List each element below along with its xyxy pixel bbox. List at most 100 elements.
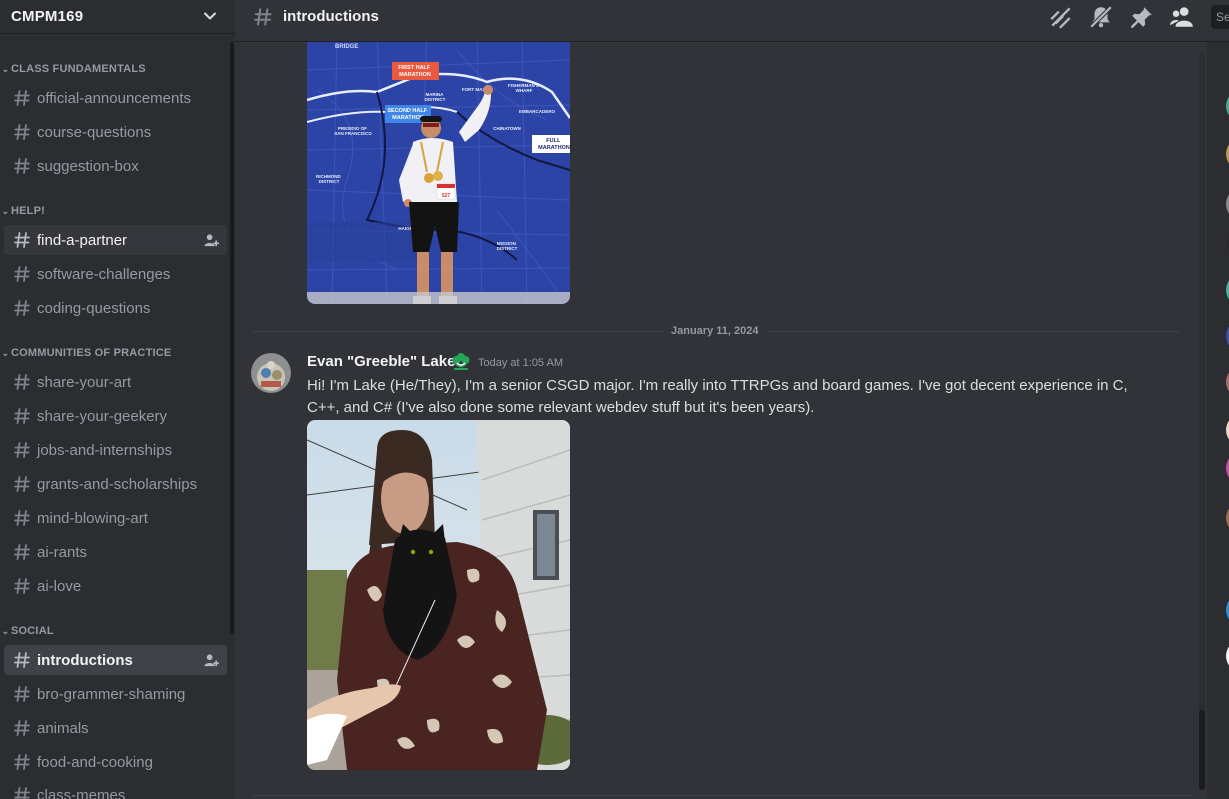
channel-course-questions[interactable]: course-questions [4,117,227,147]
sidebar-scrollbar[interactable] [230,42,234,634]
hash-icon [14,232,30,248]
message-scrollbar-track[interactable] [1199,52,1205,790]
hash-icon [14,510,30,526]
category-label: SOCIAL [11,625,54,637]
poster-second-half-line: SECOND HALF [387,108,427,114]
channel-find-a-partner[interactable]: find-a-partner [4,225,227,255]
role-badge-icon[interactable] [451,353,471,371]
pin-icon[interactable] [1129,4,1155,30]
message-list[interactable]: BRIDGE FIRST HALF MARATHON SECOND HALF M… [235,42,1207,799]
category-communities-of-practice[interactable]: ⌄ COMMUNITIES OF PRACTICE [0,345,172,361]
hash-icon [14,374,30,390]
channel-introductions[interactable]: introductions [4,645,227,675]
search-input[interactable]: Se [1211,5,1229,29]
channel-label: class-memes [37,786,126,799]
category-label: CLASS FUNDAMENTALS [11,63,146,75]
channel-topbar: introductions Se [235,0,1229,42]
channel-title: introductions [283,8,379,25]
channel-class-memes[interactable]: class-memes [4,780,227,799]
category-label: COMMUNITIES OF PRACTICE [11,347,172,359]
category-label: HELP! [11,205,45,217]
date-divider-label: January 11, 2024 [663,325,767,337]
poster-label-bridge: BRIDGE [335,44,358,50]
poster-label-mission: MISSION DISTRICT [497,241,518,251]
cat-photo-attachment[interactable] [307,420,570,770]
hash-icon [14,300,30,316]
channel-bro-grammer-shaming[interactable]: bro-grammer-shaming [4,679,227,709]
channel-label: ai-love [37,577,82,595]
channel-label: share-your-art [37,373,132,391]
message-author[interactable]: Evan "Greeble" Lake [307,353,455,370]
poster-presidio-line: SAN FRANCISCO [334,131,372,136]
poster-label-presidio: PRESIDIO OF SAN FRANCISCO [334,126,372,136]
poster-label-richmond: RICHMOND DISTRICT [316,174,342,184]
category-chevron-icon: ⌄ [1,625,10,636]
chevron-down-icon [204,12,216,20]
hash-icon [14,544,30,560]
category-class-fundamentals[interactable]: ⌄ CLASS FUNDAMENTALS [0,61,146,77]
category-social[interactable]: ⌄ SOCIAL [0,623,54,639]
channel-label: animals [37,719,89,737]
channel-mind-blowing-art[interactable]: mind-blowing-art [4,503,227,533]
category-help[interactable]: ⌄ HELP! [0,203,45,219]
channel-label: find-a-partner [37,231,128,249]
hash-icon [14,408,30,424]
hash-icon [14,442,30,458]
poster-label-marina: MARINA DISTRICT [425,92,446,102]
members-icon[interactable] [1169,4,1195,30]
marathon-photo-attachment[interactable]: BRIDGE FIRST HALF MARATHON SECOND HALF M… [307,42,570,304]
poster-second-half-line: MARATHON [392,115,424,121]
divider-line [252,795,1192,796]
poster-full-line: MARATHON [538,145,570,151]
member-list[interactable] [1207,42,1229,799]
race-bib-number: 527 [442,193,451,199]
channel-grants-and-scholarships[interactable]: grants-and-scholarships [4,469,227,499]
channel-label: official-announcements [37,89,191,107]
hash-icon [14,720,30,736]
channel-ai-rants[interactable]: ai-rants [4,537,227,567]
channel-official-announcements[interactable]: official-announcements [4,83,227,113]
channel-jobs-and-internships[interactable]: jobs-and-internships [4,435,227,465]
channel-label: bro-grammer-shaming [37,685,186,703]
channel-label: food-and-cooking [37,753,153,771]
channel-label: jobs-and-internships [37,441,173,459]
threads-icon[interactable] [1048,4,1074,30]
hash-icon [14,754,30,770]
channel-food-and-cooking[interactable]: food-and-cooking [4,747,227,777]
message-content: Hi! I'm Lake (He/They), I'm a senior CSG… [307,377,1128,416]
poster-full-line: FULL [546,138,561,144]
poster-label-embarcadero: EMBARCADERO [519,109,555,114]
poster-richmond-line: DISTRICT [319,179,340,184]
channel-ai-love[interactable]: ai-love [4,571,227,601]
channel-share-your-art[interactable]: share-your-art [4,367,227,397]
discord-app: CMPM169 ⌄ CLASS FUNDAMENTALS official-an… [0,0,1229,799]
cat-photo [307,420,570,770]
poster-label-chinatown: CHINATOWN [493,126,521,131]
category-chevron-icon: ⌄ [1,205,10,216]
hash-icon [14,90,30,106]
hash-icon [14,686,30,702]
channel-coding-questions[interactable]: coding-questions [4,293,227,323]
message-scrollbar-thumb[interactable] [1199,710,1205,790]
add-member-icon[interactable] [204,653,219,668]
add-member-icon[interactable] [204,233,219,248]
message-timestamp: Today at 1:05 AM [478,357,563,369]
hash-icon [14,124,30,140]
server-name: CMPM169 [11,8,84,25]
hash-icon [254,8,272,26]
channel-label: mind-blowing-art [37,509,148,527]
channel-share-your-geekery[interactable]: share-your-geekery [4,401,227,431]
channel-software-challenges[interactable]: software-challenges [4,259,227,289]
category-chevron-icon: ⌄ [1,347,10,358]
hash-icon [14,652,30,668]
mute-bell-icon[interactable] [1088,4,1114,30]
hash-icon [14,578,30,594]
avatar[interactable] [251,353,291,393]
channel-label: grants-and-scholarships [37,475,198,493]
channel-suggestion-box[interactable]: suggestion-box [4,151,227,181]
channel-sidebar: CMPM169 ⌄ CLASS FUNDAMENTALS official-an… [0,0,235,799]
channel-animals[interactable]: animals [4,713,227,743]
server-header[interactable]: CMPM169 [0,0,235,34]
poster-marina-line: DISTRICT [425,97,446,102]
poster-fishermans-line: WHARF [516,88,533,93]
